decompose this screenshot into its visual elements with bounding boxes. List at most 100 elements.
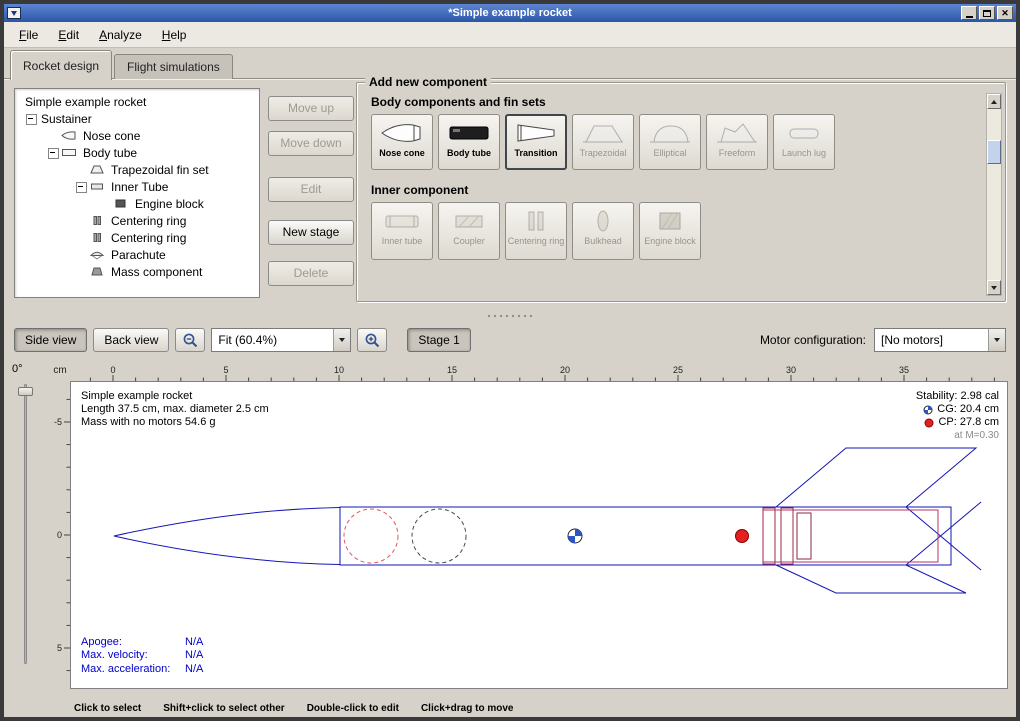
delete-button[interactable]: Delete xyxy=(268,261,354,286)
parachute-marker[interactable] xyxy=(344,509,398,563)
tree-item-inner-tube[interactable]: Inner Tube xyxy=(17,178,257,195)
tree-item-centering-ring-1[interactable]: Centering ring xyxy=(17,212,257,229)
fin-top-shape[interactable] xyxy=(776,448,976,507)
svg-text:15: 15 xyxy=(447,365,457,375)
nose-cone-icon xyxy=(61,130,77,141)
collapse-icon[interactable] xyxy=(25,113,36,124)
inner-component-buttons: Inner tube Coupler Centering ring Bulkhe… xyxy=(371,202,979,260)
rocket-name: Simple example rocket xyxy=(81,390,269,403)
trapezoidal-fin-button[interactable]: Trapezoidal xyxy=(572,114,634,170)
tree-item-mass-component[interactable]: Mass component xyxy=(17,263,257,280)
rotation-slider[interactable] xyxy=(18,384,34,664)
nose-cone-shape[interactable] xyxy=(114,508,340,537)
tree-item-label: Centering ring xyxy=(109,231,188,245)
centering-ring-shape[interactable] xyxy=(763,508,775,564)
scroll-up-button[interactable] xyxy=(987,94,1001,109)
stage-1-toggle[interactable]: Stage 1 xyxy=(407,328,470,352)
menubar: File Edit Analyze Help xyxy=(4,22,1016,48)
inner-tube-icon xyxy=(89,181,105,192)
maximize-icon xyxy=(983,10,991,17)
flight-data: Apogee:N/A Max. velocity:N/A Max. accele… xyxy=(81,636,203,677)
tree-item-centering-ring-2[interactable]: Centering ring xyxy=(17,229,257,246)
coupler-button[interactable]: Coupler xyxy=(438,202,500,260)
maximize-button[interactable] xyxy=(979,6,995,20)
inner-tube-shape[interactable] xyxy=(763,510,938,562)
add-component-group: Add new component Body components and fi… xyxy=(356,82,1006,302)
collapse-icon[interactable] xyxy=(75,181,86,192)
tree-item-engine-block[interactable]: Engine block xyxy=(17,195,257,212)
max-acceleration-label: Max. acceleration: xyxy=(81,663,185,677)
tree-item-label: Nose cone xyxy=(81,129,142,143)
bulkhead-icon xyxy=(581,207,625,234)
new-stage-button[interactable]: New stage xyxy=(268,220,354,245)
body-tube-shape[interactable] xyxy=(340,507,951,565)
edit-button[interactable]: Edit xyxy=(268,177,354,202)
freeform-fin-button[interactable]: Freeform xyxy=(706,114,768,170)
zoom-in-button[interactable] xyxy=(357,328,387,352)
zoom-out-button[interactable] xyxy=(175,328,205,352)
rocket-canvas[interactable]: Simple example rocket Length 37.5 cm, ma… xyxy=(70,381,1008,689)
elliptical-fin-button[interactable]: Elliptical xyxy=(639,114,701,170)
move-up-button[interactable]: Move up xyxy=(268,96,354,121)
launch-lug-icon xyxy=(782,119,826,146)
side-view-button[interactable]: Side view xyxy=(14,328,87,352)
titlebar[interactable]: *Simple example rocket ✕ xyxy=(4,4,1016,22)
mach-condition: at M=0.30 xyxy=(954,429,999,442)
component-tree[interactable]: Simple example rocket Sustainer Nose con… xyxy=(14,88,260,298)
menu-edit[interactable]: Edit xyxy=(49,25,88,45)
inner-component-label: Inner component xyxy=(371,183,979,197)
motor-configuration-dropdown[interactable]: [No motors] xyxy=(874,328,1006,352)
tree-item-rocket[interactable]: Simple example rocket xyxy=(17,93,257,110)
move-down-button[interactable]: Move down xyxy=(268,131,354,156)
hint-shift-click: Shift+click to select other xyxy=(163,703,284,714)
inner-tube-button[interactable]: Inner tube xyxy=(371,202,433,260)
transition-button[interactable]: Transition xyxy=(505,114,567,170)
nose-cone-icon xyxy=(380,119,424,146)
menu-analyze[interactable]: Analyze xyxy=(90,25,151,45)
tree-item-nose-cone[interactable]: Nose cone xyxy=(17,127,257,144)
engine-block-button[interactable]: Engine block xyxy=(639,202,701,260)
tree-item-sustainer[interactable]: Sustainer xyxy=(17,110,257,127)
tree-item-fin-set[interactable]: Trapezoidal fin set xyxy=(17,161,257,178)
freeform-fin-icon xyxy=(715,119,759,146)
tree-item-label: Inner Tube xyxy=(109,180,170,194)
centering-ring-button[interactable]: Centering ring xyxy=(505,202,567,260)
elliptical-fin-icon xyxy=(648,119,692,146)
body-tube-button[interactable]: Body tube xyxy=(438,114,500,170)
engine-block-shape[interactable] xyxy=(797,513,811,559)
splitter-handle[interactable] xyxy=(4,311,1016,321)
rocket-dimensions: Length 37.5 cm, max. diameter 2.5 cm xyxy=(81,403,269,416)
tab-flight-simulations[interactable]: Flight simulations xyxy=(114,54,233,79)
slider-thumb[interactable] xyxy=(18,387,33,396)
group-title: Add new component xyxy=(365,75,491,89)
zoom-level-dropdown[interactable]: Fit (60.4%) xyxy=(211,328,351,352)
tree-item-label: Sustainer xyxy=(39,112,94,126)
launch-lug-button[interactable]: Launch lug xyxy=(773,114,835,170)
cp-legend-icon xyxy=(924,418,934,428)
view-toolbar: Side view Back view Fit (60.4%) Stage 1 … xyxy=(4,322,1016,358)
stability-value: Stability: 2.98 cal xyxy=(916,390,999,403)
dropdown-arrow-icon[interactable] xyxy=(988,329,1005,351)
mass-marker[interactable] xyxy=(412,509,466,563)
tree-item-parachute[interactable]: Parachute xyxy=(17,246,257,263)
dropdown-arrow-icon[interactable] xyxy=(333,329,350,351)
minimize-button[interactable] xyxy=(961,6,977,20)
tree-item-label: Parachute xyxy=(109,248,168,262)
nose-cone-shape-lower[interactable] xyxy=(114,536,340,565)
menu-help[interactable]: Help xyxy=(153,25,196,45)
scrollbar-thumb[interactable] xyxy=(987,140,1001,164)
nose-cone-button[interactable]: Nose cone xyxy=(371,114,433,170)
fin-bottom-shape[interactable] xyxy=(776,565,966,593)
zoom-out-icon xyxy=(182,332,199,349)
collapse-icon[interactable] xyxy=(47,147,58,158)
splitter-dots-icon xyxy=(486,314,534,318)
centering-ring-shape[interactable] xyxy=(781,508,793,564)
close-button[interactable]: ✕ xyxy=(997,6,1013,20)
bulkhead-button[interactable]: Bulkhead xyxy=(572,202,634,260)
scroll-down-button[interactable] xyxy=(987,280,1001,295)
tab-rocket-design[interactable]: Rocket design xyxy=(10,50,112,80)
tree-item-body-tube[interactable]: Body tube xyxy=(17,144,257,161)
menu-file[interactable]: File xyxy=(10,25,47,45)
back-view-button[interactable]: Back view xyxy=(93,328,169,352)
component-scrollbar[interactable] xyxy=(986,93,1002,296)
